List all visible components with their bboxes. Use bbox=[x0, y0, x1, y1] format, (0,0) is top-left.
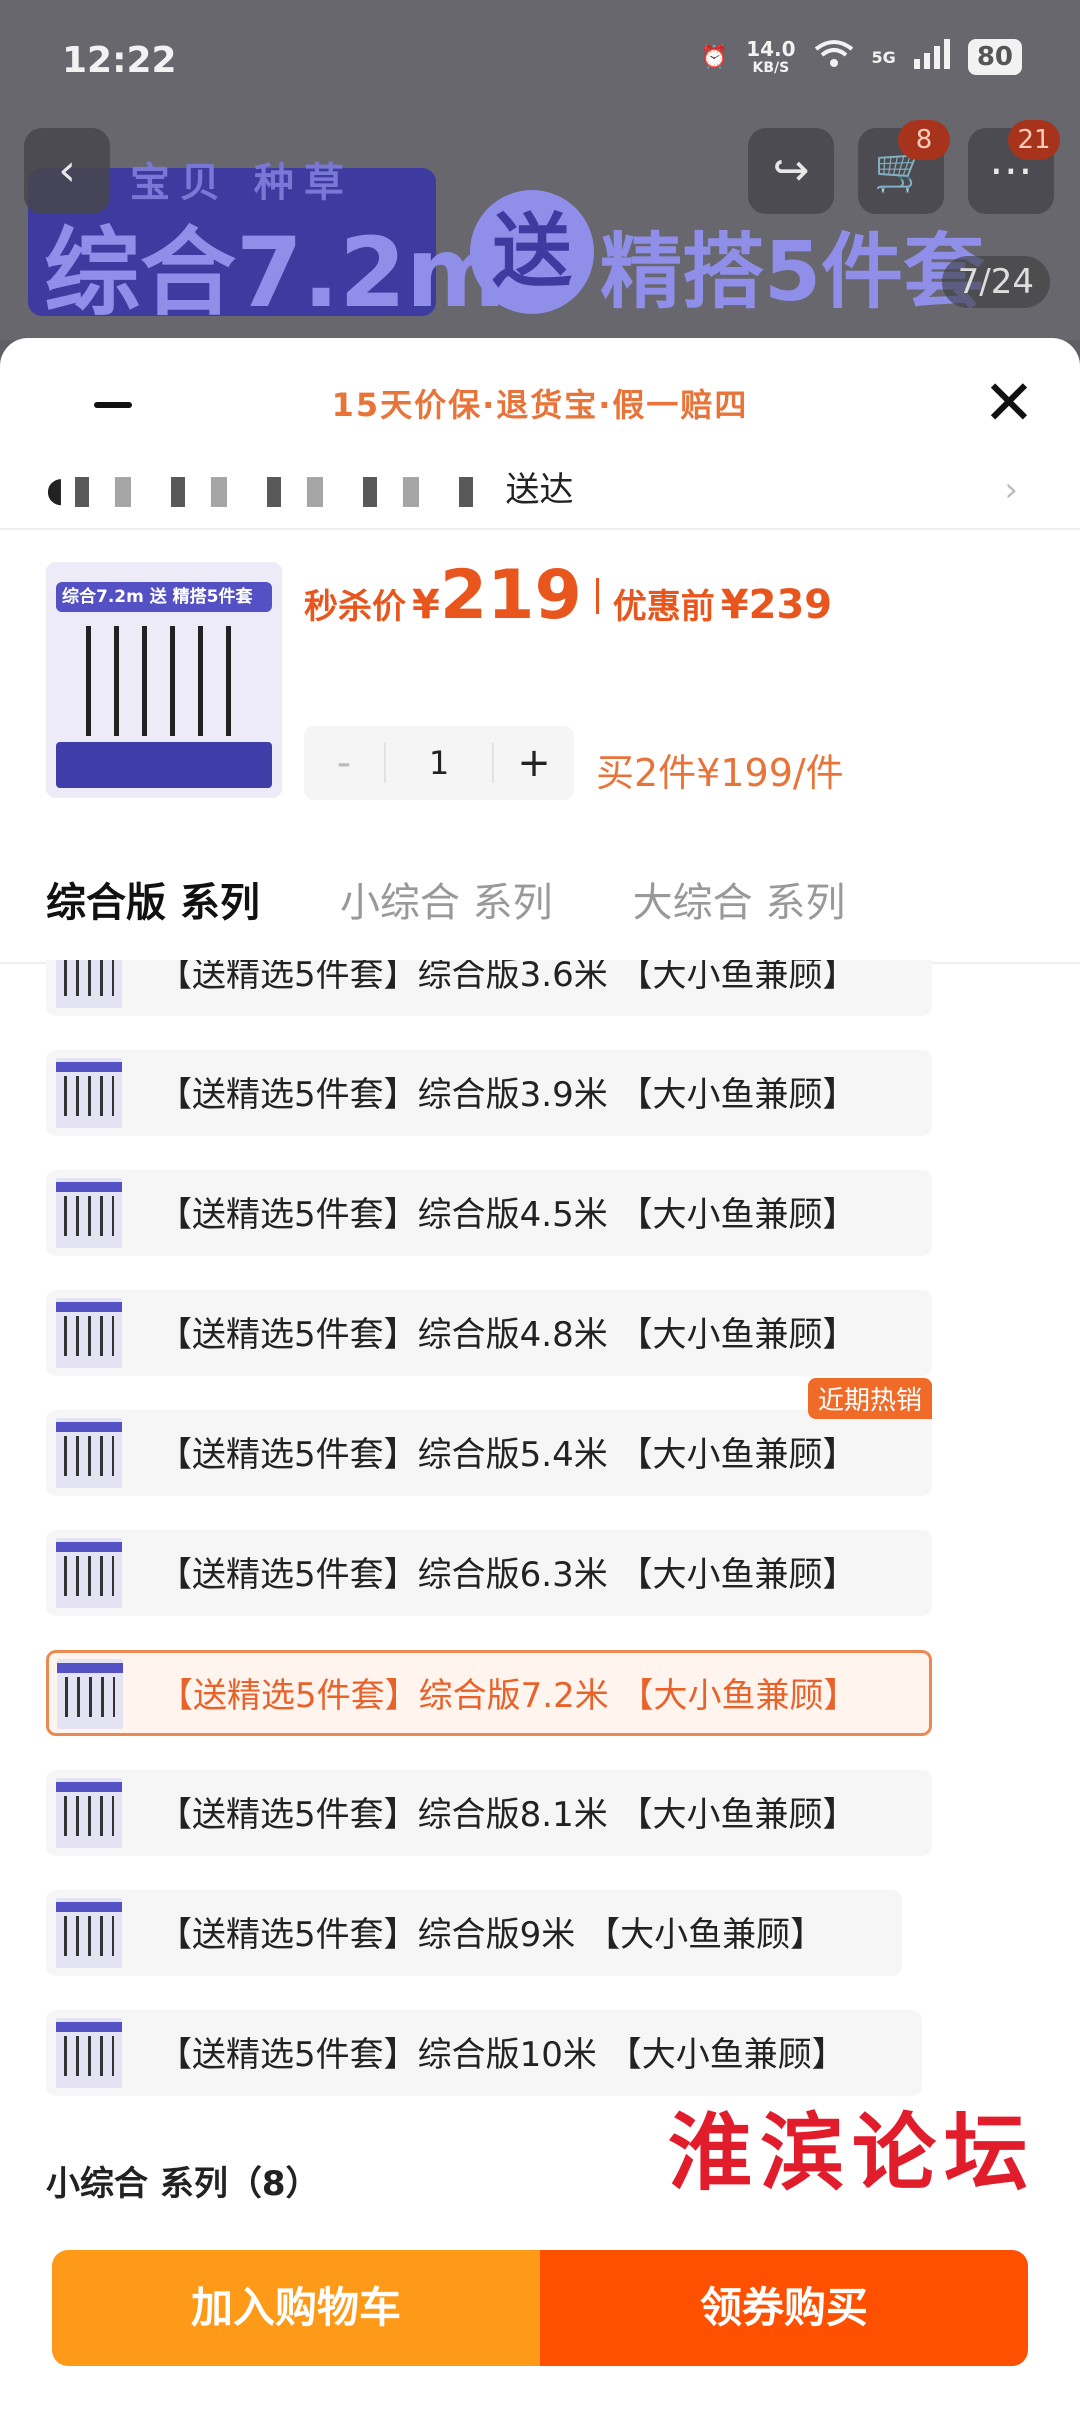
decrease-button[interactable]: - bbox=[304, 740, 384, 786]
banner-main-text: 综合7.2m bbox=[44, 217, 507, 329]
next-series-title: 小综合 系列（8） bbox=[46, 2164, 320, 2204]
variant-thumbnail bbox=[56, 960, 122, 1008]
variant-list: 【送精选5件套】综合版3.6米 【大小鱼兼顾】 【送精选5件套】综合版3.9米 … bbox=[0, 960, 1080, 2200]
close-button[interactable]: ✕ bbox=[974, 368, 1044, 438]
variant-thumbnail bbox=[56, 2018, 122, 2088]
original-price-value: ¥239 bbox=[720, 582, 833, 628]
variant-thumbnail bbox=[56, 1778, 122, 1848]
network-type: 5G bbox=[871, 47, 896, 67]
buy-with-coupon-button[interactable]: 领券购买 bbox=[540, 2250, 1028, 2366]
variant-thumbnail bbox=[57, 1659, 123, 1729]
address-suffix: 送达 bbox=[505, 470, 574, 510]
share-button[interactable]: ↪ bbox=[748, 128, 834, 214]
variant-thumbnail bbox=[56, 1418, 122, 1488]
quantity-value[interactable]: 1 bbox=[384, 743, 494, 783]
chevron-right-icon: › bbox=[1004, 470, 1018, 510]
add-to-cart-button[interactable]: 加入购物车 bbox=[52, 2250, 540, 2366]
tab-series-3[interactable]: 大综合 系列 bbox=[633, 870, 846, 940]
price-value: 219 bbox=[439, 556, 582, 635]
address-redacted bbox=[74, 476, 495, 507]
variant-label: 【送精选5件套】综合版7.2米 【大小鱼兼顾】 bbox=[159, 1676, 858, 1716]
variant-option-selected[interactable]: 【送精选5件套】综合版7.2米 【大小鱼兼顾】 bbox=[46, 1650, 932, 1736]
price-currency: ¥ bbox=[412, 582, 440, 628]
variant-option[interactable]: 【送精选5件套】综合版6.3米 【大小鱼兼顾】 bbox=[46, 1530, 932, 1616]
status-icons: ⏰ 14.0 KB/S 5G 80 bbox=[701, 38, 1022, 76]
delivery-address-row[interactable]: ◖ 送达 › bbox=[46, 454, 1036, 526]
variant-thumbnail bbox=[56, 1058, 122, 1128]
thumbnail-spec-table bbox=[56, 742, 272, 788]
image-counter: 7/24 bbox=[941, 256, 1050, 308]
variant-option[interactable]: 【送精选5件套】综合版5.4米 【大小鱼兼顾】 近期热销 bbox=[46, 1378, 932, 1496]
variant-option[interactable]: 【送精选5件套】综合版3.6米 【大小鱼兼顾】 bbox=[46, 960, 932, 1016]
banner-gift-circle: 送 bbox=[470, 190, 594, 314]
back-button[interactable]: ‹ bbox=[24, 128, 110, 214]
net-speed-unit: KB/S bbox=[752, 60, 790, 76]
variant-label: 【送精选5件套】综合版3.9米 【大小鱼兼顾】 bbox=[158, 1075, 857, 1115]
net-speed: 14.0 KB/S bbox=[746, 38, 795, 76]
signal-icon bbox=[913, 39, 950, 75]
quantity-stepper: - 1 + bbox=[304, 726, 574, 800]
price-separator bbox=[595, 577, 599, 614]
flash-price-label: 秒杀价 bbox=[304, 587, 406, 627]
purchase-bar: 加入购物车 领券购买 bbox=[52, 2250, 1028, 2366]
rods-image bbox=[86, 626, 236, 736]
variant-label: 【送精选5件套】综合版9米 【大小鱼兼顾】 bbox=[158, 1915, 825, 1955]
tab-series-2[interactable]: 小综合 系列 bbox=[340, 870, 553, 940]
bulk-offer: 买2件¥199/件 bbox=[596, 751, 844, 795]
series-tabs: 综合版 系列 小综合 系列 大综合 系列 bbox=[46, 870, 845, 940]
divider bbox=[0, 528, 1080, 530]
active-tab-indicator bbox=[94, 402, 132, 408]
variant-thumbnail bbox=[56, 1178, 122, 1248]
tab-series-1[interactable]: 综合版 系列 bbox=[46, 870, 260, 940]
variant-label: 【送精选5件套】综合版4.8米 【大小鱼兼顾】 bbox=[158, 1315, 857, 1355]
chevron-left-icon: ‹ bbox=[58, 145, 76, 196]
close-icon: ✕ bbox=[983, 366, 1035, 439]
variant-label: 【送精选5件套】综合版5.4米 【大小鱼兼顾】 bbox=[158, 1435, 857, 1475]
banner-gift-text: 精搭5件套 bbox=[600, 225, 986, 320]
guarantee-text: 15天价保·退货宝·假一赔四 bbox=[331, 386, 749, 424]
status-time: 12:22 bbox=[62, 40, 177, 81]
variant-label: 【送精选5件套】综合版6.3米 【大小鱼兼顾】 bbox=[158, 1555, 857, 1595]
message-button[interactable]: ⋯ 21 bbox=[968, 120, 1060, 214]
share-icon: ↪ bbox=[772, 145, 810, 196]
variant-label: 【送精选5件套】综合版4.5米 【大小鱼兼顾】 bbox=[158, 1195, 857, 1235]
alarm-icon: ⏰ bbox=[700, 44, 729, 70]
variant-thumbnail bbox=[56, 1298, 122, 1368]
forum-watermark: 淮滨论坛 bbox=[668, 2103, 1037, 2202]
variant-option[interactable]: 【送精选5件套】综合版9米 【大小鱼兼顾】 bbox=[46, 1890, 902, 1976]
price-line: 秒杀价 ¥ 219 优惠前 ¥239 bbox=[304, 556, 832, 635]
cart-button[interactable]: 🛒 8 bbox=[858, 120, 950, 214]
net-speed-value: 14.0 bbox=[746, 37, 796, 61]
location-icon: ◖ bbox=[46, 470, 64, 510]
variant-option[interactable]: 【送精选5件套】综合版10米 【大小鱼兼顾】 bbox=[46, 2010, 922, 2096]
cart-badge: 8 bbox=[898, 120, 950, 160]
variant-thumbnail bbox=[56, 1538, 122, 1608]
increase-button[interactable]: + bbox=[494, 740, 574, 786]
variant-label: 【送精选5件套】综合版8.1米 【大小鱼兼顾】 bbox=[158, 1795, 857, 1835]
variant-label: 【送精选5件套】综合版3.6米 【大小鱼兼顾】 bbox=[158, 960, 857, 995]
variant-option[interactable]: 【送精选5件套】综合版4.8米 【大小鱼兼顾】 bbox=[46, 1290, 932, 1376]
status-bar: 12:22 ⏰ 14.0 KB/S 5G 80 bbox=[0, 0, 1080, 120]
selected-product-thumbnail[interactable]: 综合7.2m 送 精搭5件套 bbox=[46, 562, 282, 798]
message-badge: 21 bbox=[1008, 120, 1060, 160]
hot-sale-badge: 近期热销 bbox=[807, 1378, 932, 1419]
variant-thumbnail bbox=[56, 1898, 122, 1968]
thumbnail-title: 综合7.2m 送 精搭5件套 bbox=[56, 582, 272, 612]
original-price-label: 优惠前 bbox=[612, 587, 715, 627]
variant-option[interactable]: 【送精选5件套】综合版8.1米 【大小鱼兼顾】 bbox=[46, 1770, 932, 1856]
sku-selection-sheet: 15天价保·退货宝·假一赔四 ✕ ◖ 送达 › 综合7.2m 送 精搭5件套 秒… bbox=[0, 338, 1080, 2412]
variant-option[interactable]: 【送精选5件套】综合版3.9米 【大小鱼兼顾】 bbox=[46, 1050, 932, 1136]
variant-option[interactable]: 【送精选5件套】综合版4.5米 【大小鱼兼顾】 bbox=[46, 1170, 932, 1256]
battery-indicator: 80 bbox=[967, 39, 1022, 75]
wifi-icon bbox=[814, 39, 854, 75]
